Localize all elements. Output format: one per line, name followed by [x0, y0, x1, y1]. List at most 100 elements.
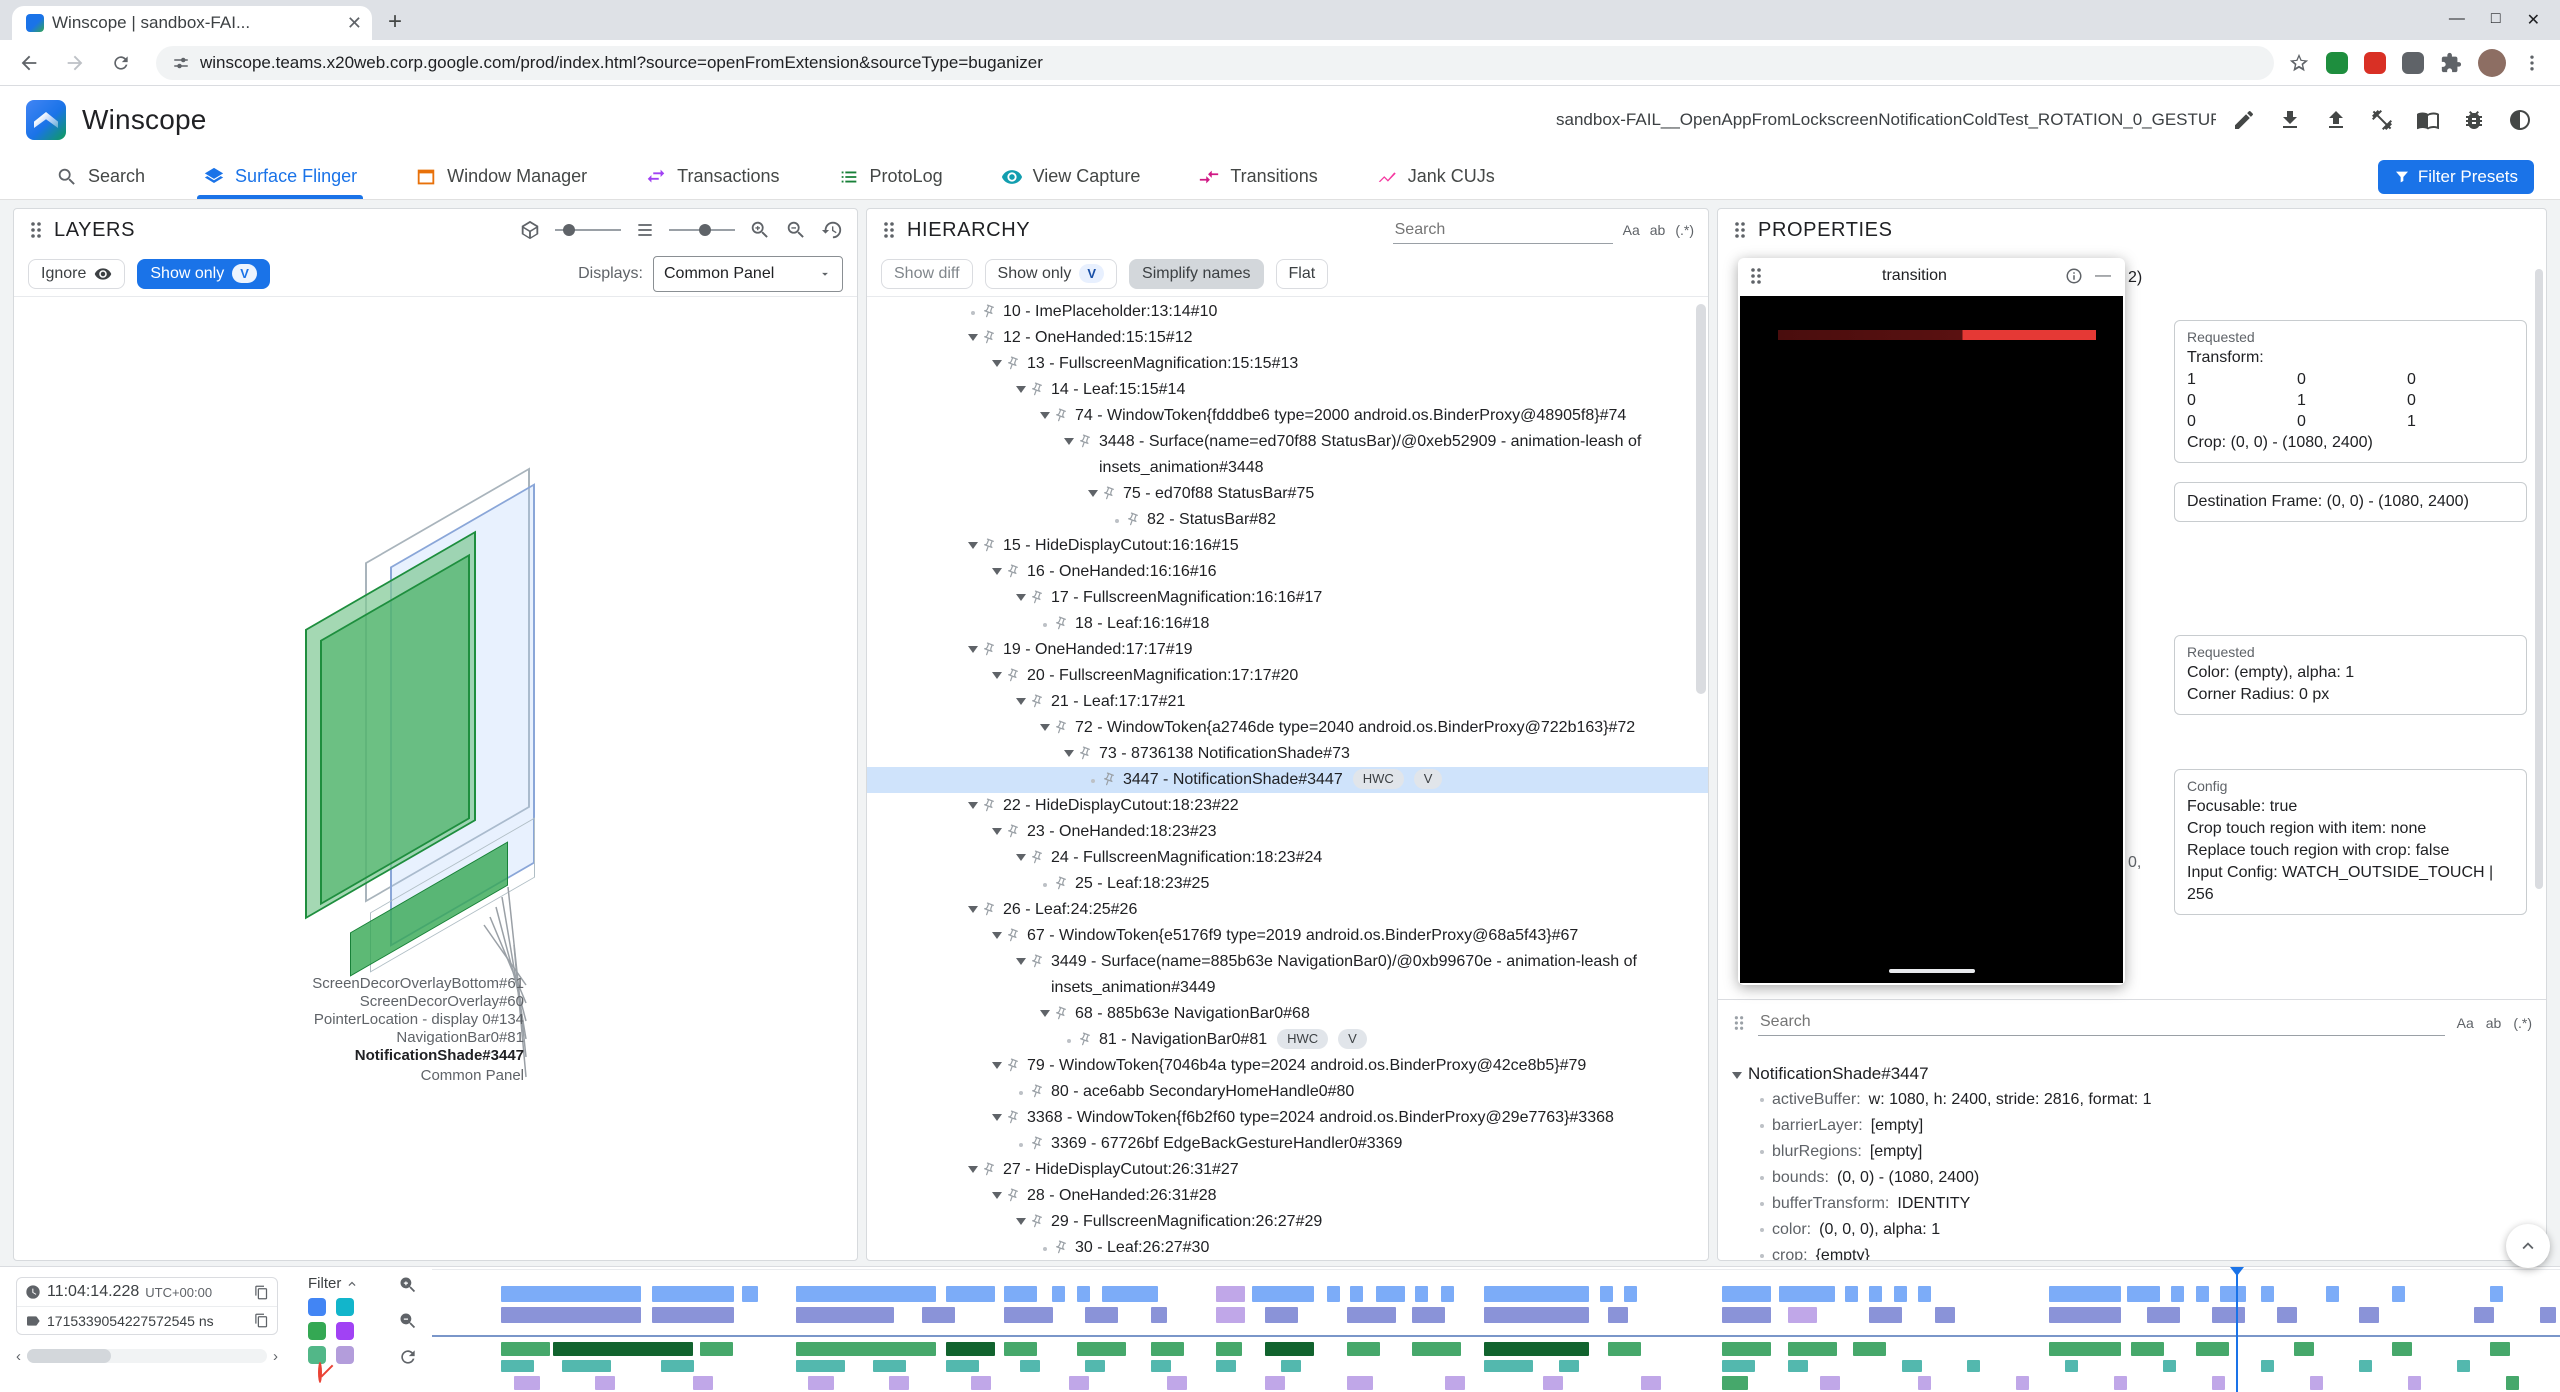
tree-row[interactable]: 24 - FullscreenMagnification:18:23#24 — [867, 845, 1708, 871]
timeline-segment[interactable] — [1894, 1286, 1907, 1302]
match-word-icon[interactable]: ab — [2486, 1015, 2502, 1031]
timeline-segment[interactable] — [1004, 1307, 1053, 1323]
timeline-segment[interactable] — [2490, 1286, 2503, 1302]
flat-toggle[interactable]: Flat — [1276, 259, 1329, 289]
timeline-segment[interactable] — [2049, 1342, 2121, 1356]
timeline-segment[interactable] — [595, 1376, 615, 1390]
timeline-segment[interactable] — [1281, 1360, 1301, 1372]
timeline-segment[interactable] — [700, 1342, 733, 1356]
property-row[interactable]: barrierLayer:[empty] — [1732, 1113, 2540, 1139]
timeline-segment[interactable] — [1641, 1376, 1661, 1390]
pin-icon[interactable] — [1027, 692, 1046, 711]
tree-row[interactable]: 18 - Leaf:16:16#18 — [867, 611, 1708, 637]
timeline-segment[interactable] — [2147, 1307, 2180, 1323]
property-row[interactable]: bufferTransform:IDENTITY — [1732, 1191, 2540, 1217]
reset-zoom-icon[interactable] — [398, 1347, 418, 1367]
tree-row[interactable]: 68 - 885b63e NavigationBar0#68 — [867, 1001, 1708, 1027]
pin-icon[interactable] — [1051, 406, 1070, 425]
timeline-segment[interactable] — [796, 1307, 894, 1323]
timeline-segment[interactable] — [501, 1342, 550, 1356]
tree-row[interactable]: 28 - OneHanded:26:31#28 — [867, 1183, 1708, 1209]
timeline-segment[interactable] — [2049, 1286, 2121, 1302]
layer-label[interactable]: ScreenDecorOverlay#60 — [54, 993, 524, 1010]
site-settings-icon[interactable] — [172, 54, 190, 72]
zoom-out-icon[interactable] — [398, 1311, 418, 1331]
tree-row[interactable]: 73 - 8736138 NotificationShade#73 — [867, 741, 1708, 767]
pin-icon[interactable] — [1075, 744, 1094, 763]
match-word-icon[interactable]: ab — [1650, 222, 1666, 238]
tree-row[interactable]: 74 - WindowToken{fdddbe6 type=2000 andro… — [867, 403, 1708, 429]
edit-icon[interactable] — [2230, 106, 2258, 134]
pin-icon[interactable] — [979, 1160, 998, 1179]
tree-row[interactable]: 10 - ImePlaceholder:13:14#10 — [867, 299, 1708, 325]
tree-row[interactable]: 30 - Leaf:26:27#30 — [867, 1235, 1708, 1260]
spacing-slider[interactable] — [669, 229, 735, 231]
timeline-segment[interactable] — [501, 1286, 641, 1302]
upload-icon[interactable] — [2322, 106, 2350, 134]
timeline-segment[interactable] — [2065, 1360, 2078, 1372]
timeline-segment[interactable] — [808, 1376, 834, 1390]
tree-row[interactable]: 82 - StatusBar#82 — [867, 507, 1708, 533]
reload-icon[interactable] — [104, 46, 138, 80]
timeline-segment[interactable] — [1085, 1307, 1118, 1323]
timeline-scroll-track[interactable] — [27, 1349, 267, 1363]
tree-row[interactable]: 19 - OneHanded:17:17#19 — [867, 637, 1708, 663]
property-row[interactable]: blurRegions:[empty] — [1732, 1139, 2540, 1165]
pin-icon[interactable] — [1027, 1134, 1046, 1153]
omnibox[interactable]: winscope.teams.x20web.corp.google.com/pr… — [156, 46, 2274, 80]
zoom-out-icon[interactable] — [785, 219, 807, 241]
timeline-segment[interactable] — [1167, 1376, 1187, 1390]
filter-presets-button[interactable]: Filter Presets — [2378, 160, 2534, 194]
timeline-segment[interactable] — [2540, 1307, 2556, 1323]
rotation-slider[interactable] — [555, 229, 621, 231]
minimize-icon[interactable]: — — [2449, 10, 2465, 30]
drag-handle-icon[interactable] — [28, 221, 44, 239]
timeline-segment[interactable] — [873, 1360, 906, 1372]
timeline-segment[interactable] — [1722, 1342, 1771, 1356]
timeline-segment[interactable] — [2212, 1376, 2225, 1390]
timeline-segment[interactable] — [922, 1307, 955, 1323]
tab-close-icon[interactable]: ✕ — [347, 14, 362, 32]
property-row[interactable]: bounds:(0, 0) - (1080, 2400) — [1732, 1165, 2540, 1191]
timeline-segment[interactable] — [562, 1360, 611, 1372]
tree-row-selected[interactable]: 3447 - NotificationShade#3447HWCV — [867, 767, 1708, 793]
scroll-top-button[interactable] — [2506, 1224, 2550, 1268]
timeline-segment[interactable] — [1484, 1360, 1533, 1372]
overlay-header[interactable]: transition — — [1738, 258, 2125, 294]
trace-tab-search[interactable]: Search — [56, 154, 145, 199]
timeline-segment[interactable] — [2163, 1360, 2176, 1372]
show-only-v-toggle[interactable]: Show only V — [985, 259, 1118, 289]
pin-icon[interactable] — [1003, 354, 1022, 373]
timeline-segment[interactable] — [2408, 1376, 2421, 1390]
timeline-segment[interactable] — [1722, 1286, 1771, 1302]
tree-row[interactable]: 3449 - Surface(name=885b63e NavigationBa… — [867, 949, 1708, 1001]
timeline-segment[interactable] — [742, 1286, 758, 1302]
timeline-segment[interactable] — [1608, 1307, 1628, 1323]
property-root-node[interactable]: NotificationShade#3447 — [1732, 1061, 2540, 1087]
filter-toggle[interactable]: Filter — [308, 1275, 384, 1292]
timeline-segment[interactable] — [2392, 1286, 2405, 1302]
tree-row[interactable]: 26 - Leaf:24:25#26 — [867, 897, 1708, 923]
copy-icon[interactable] — [254, 1313, 269, 1328]
back-icon[interactable] — [12, 46, 46, 80]
forward-icon[interactable] — [58, 46, 92, 80]
timeline-segment[interactable] — [2171, 1286, 2184, 1302]
tree-row[interactable]: 16 - OneHanded:16:16#16 — [867, 559, 1708, 585]
timeline-segment[interactable] — [1967, 1360, 1980, 1372]
layers-3d-canvas[interactable]: ScreenDecorOverlayBottom#61 ScreenDecorO… — [14, 297, 857, 1260]
trace-toggle-icon[interactable] — [308, 1322, 326, 1340]
timeline-segment[interactable] — [1820, 1376, 1840, 1390]
timeline-segment[interactable] — [1779, 1286, 1835, 1302]
drag-handle-icon[interactable] — [1748, 267, 1764, 285]
layer-label[interactable]: NavigationBar0#81 — [54, 1029, 524, 1046]
bookmark-star-icon[interactable] — [2288, 52, 2310, 74]
timeline-segment[interactable] — [1077, 1342, 1126, 1356]
extensions-puzzle-icon[interactable] — [2440, 52, 2462, 74]
timeline-segment[interactable] — [1350, 1286, 1363, 1302]
timeline-segment[interactable] — [1216, 1342, 1242, 1356]
tree-row[interactable]: 79 - WindowToken{7046b4a type=2024 andro… — [867, 1053, 1708, 1079]
pin-icon[interactable] — [1003, 926, 1022, 945]
timeline-segment[interactable] — [1265, 1307, 1298, 1323]
timeline-tracks[interactable] — [432, 1267, 2560, 1392]
timeline-segment[interactable] — [2310, 1376, 2323, 1390]
